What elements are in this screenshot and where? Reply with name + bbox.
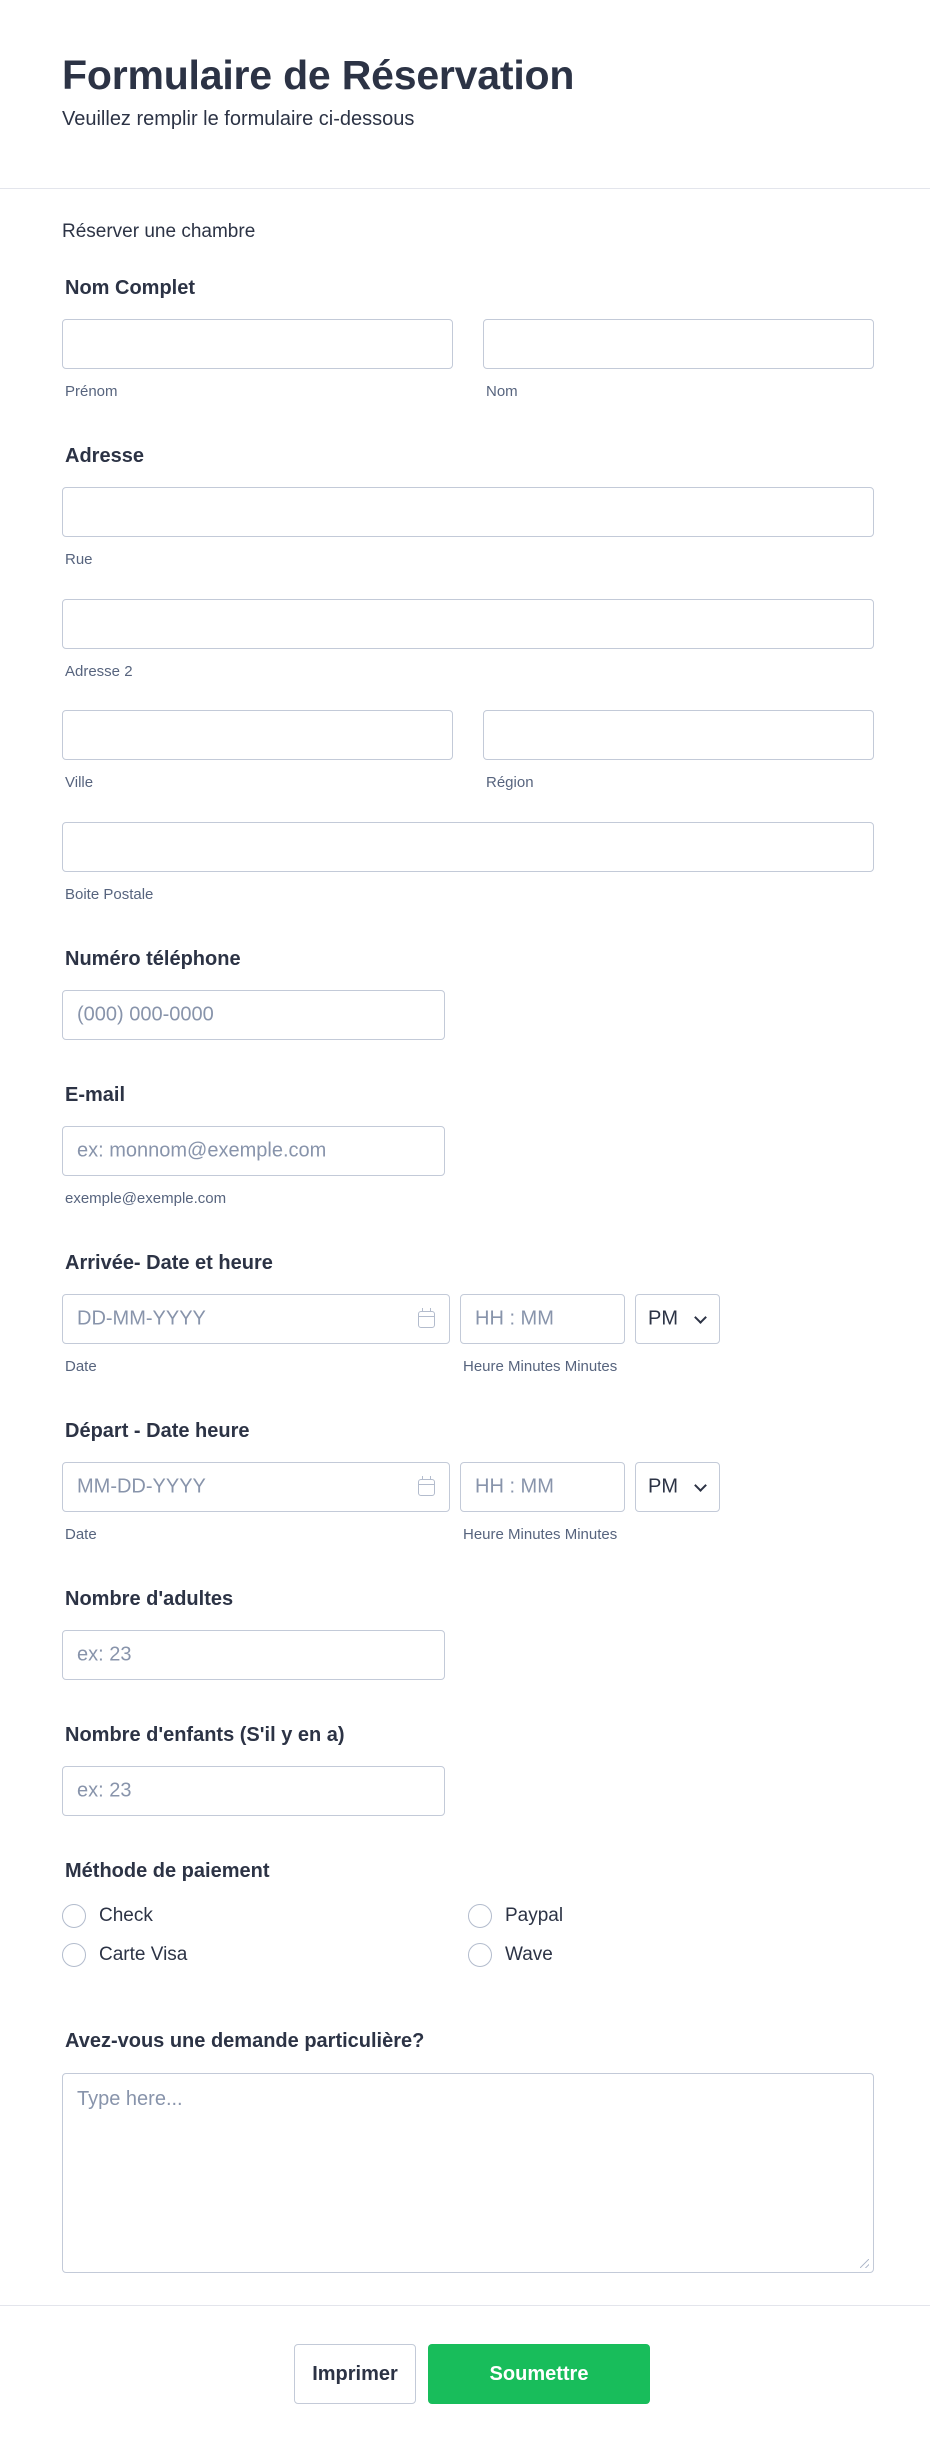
request-textarea[interactable]: Type here... [62,2073,874,2273]
payment-option-label[interactable]: Carte Visa [99,1944,187,1966]
departure-label: Départ - Date heure [65,1420,250,1442]
first-name-sublabel: Prénom [65,383,118,400]
departure-ampm-select[interactable]: PM [635,1462,720,1512]
region-sublabel: Région [486,774,534,791]
calendar-icon[interactable] [418,1476,435,1496]
full-name-label: Nom Complet [65,277,195,299]
postal-sublabel: Boite Postale [65,886,154,903]
email-placeholder: ex: monnom@exemple.com [77,1139,327,1162]
address-label: Adresse [65,445,144,467]
payment-option-label[interactable]: Paypal [505,1905,563,1927]
departure-date-sublabel: Date [65,1526,97,1543]
departure-ampm-value: PM [648,1475,678,1498]
footer-divider [0,2305,930,2306]
arrival-time-input[interactable]: HH : MM [460,1294,625,1344]
phone-input[interactable]: (000) 000-0000 [62,990,445,1040]
payment-radio-check[interactable] [62,1904,86,1928]
street2-input[interactable] [62,599,874,649]
phone-placeholder: (000) 000-0000 [77,1003,214,1026]
departure-time-placeholder: HH : MM [475,1475,554,1498]
children-placeholder: ex: 23 [77,1779,132,1802]
chevron-down-icon [694,1311,707,1324]
phone-label: Numéro téléphone [65,948,241,970]
payment-radio-visa[interactable] [62,1943,86,1967]
last-name-input[interactable] [483,319,874,369]
arrival-ampm-value: PM [648,1307,678,1330]
form-subtitle: Veuillez remplir le formulaire ci-dessou… [62,108,415,130]
last-name-sublabel: Nom [486,383,518,400]
arrival-time-placeholder: HH : MM [475,1307,554,1330]
arrival-date-placeholder: DD-MM-YYYY [77,1307,206,1330]
email-sublabel: exemple@exemple.com [65,1190,227,1207]
adults-placeholder: ex: 23 [77,1643,132,1666]
arrival-date-sublabel: Date [65,1358,97,1375]
arrival-time-sublabel: Heure Minutes Minutes [463,1358,618,1375]
submit-button[interactable]: Soumettre [428,2344,650,2404]
payment-radio-paypal[interactable] [468,1904,492,1928]
street-input[interactable] [62,487,874,537]
street2-sublabel: Adresse 2 [65,663,133,680]
departure-time-sublabel: Heure Minutes Minutes [463,1526,618,1543]
region-input[interactable] [483,710,874,760]
chevron-down-icon [694,1479,707,1492]
arrival-ampm-select[interactable]: PM [635,1294,720,1344]
calendar-icon[interactable] [418,1308,435,1328]
header-divider [0,188,930,189]
request-label: Avez-vous une demande particulière? [65,2030,425,2052]
departure-time-input[interactable]: HH : MM [460,1462,625,1512]
postal-input[interactable] [62,822,874,872]
children-input[interactable]: ex: 23 [62,1766,445,1816]
payment-radio-wave[interactable] [468,1943,492,1967]
email-label: E-mail [65,1084,126,1106]
arrival-label: Arrivée- Date et heure [65,1252,273,1274]
payment-label: Méthode de paiement [65,1860,270,1882]
first-name-input[interactable] [62,319,453,369]
arrival-date-input[interactable]: DD-MM-YYYY [62,1294,450,1344]
intro-text: Réserver une chambre [62,221,256,242]
print-button[interactable]: Imprimer [294,2344,416,2404]
city-input[interactable] [62,710,453,760]
adults-label: Nombre d'adultes [65,1588,234,1610]
departure-date-input[interactable]: MM-DD-YYYY [62,1462,450,1512]
form-title: Formulaire de Réservation [62,52,575,98]
adults-input[interactable]: ex: 23 [62,1630,445,1680]
departure-date-placeholder: MM-DD-YYYY [77,1475,206,1498]
children-label: Nombre d'enfants (S'il y en a) [65,1724,345,1746]
resize-handle-icon[interactable] [860,2259,869,2268]
city-sublabel: Ville [65,774,94,791]
payment-option-label[interactable]: Wave [505,1944,553,1966]
street-sublabel: Rue [65,551,93,568]
email-input[interactable]: ex: monnom@exemple.com [62,1126,445,1176]
request-placeholder: Type here... [77,2088,183,2110]
payment-option-label[interactable]: Check [99,1905,153,1927]
